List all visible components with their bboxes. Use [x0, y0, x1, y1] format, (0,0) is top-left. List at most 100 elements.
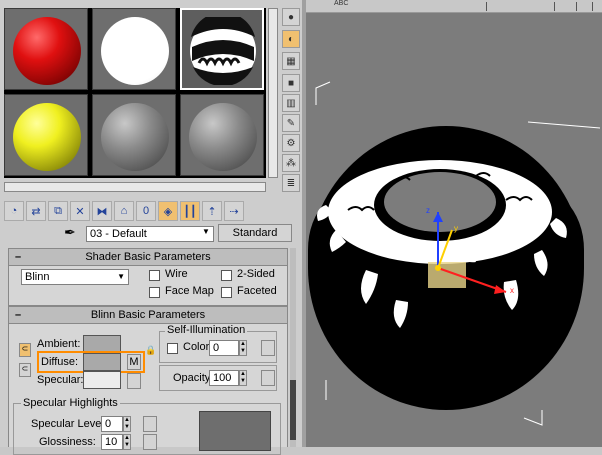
- shader-basic-header[interactable]: – Shader Basic Parameters: [9, 249, 287, 266]
- opacity-label: Opacity:: [173, 372, 214, 384]
- self-illum-color-label: Color: [183, 341, 210, 353]
- glossiness-value: 10: [105, 436, 118, 448]
- diffuse-specular-lock-icon[interactable]: ⊂: [19, 363, 31, 377]
- material-slot-3[interactable]: [180, 8, 264, 90]
- axis-z-label: z: [426, 206, 430, 215]
- specular-level-field[interactable]: 0: [101, 416, 123, 432]
- select-by-material-icon[interactable]: ⁂: [282, 154, 300, 172]
- collapse-icon: –: [15, 251, 22, 263]
- slots-horizontal-scrollbar[interactable]: [4, 182, 266, 192]
- specular-color-swatch[interactable]: [83, 371, 121, 389]
- blinn-basic-title: Blinn Basic Parameters: [90, 309, 206, 321]
- go-to-parent-icon[interactable]: ⇡: [202, 201, 222, 221]
- face-map-label: Face Map: [165, 285, 214, 297]
- faceted-label: Faceted: [237, 285, 277, 297]
- material-name-field[interactable]: 03 - Default: [86, 226, 214, 242]
- gray-sphere-preview: [189, 103, 257, 171]
- blinn-basic-header[interactable]: – Blinn Basic Parameters: [9, 307, 287, 324]
- glossiness-field[interactable]: 10: [101, 434, 123, 450]
- glossiness-map-button[interactable]: [143, 434, 157, 450]
- lock-icon[interactable]: 🔒: [145, 345, 156, 357]
- background-checker-icon[interactable]: ▦: [282, 52, 300, 70]
- make-unique-icon[interactable]: ⧓: [92, 201, 112, 221]
- sample-type-icon[interactable]: ●: [282, 8, 300, 26]
- highlight-curve-preview: [199, 411, 271, 451]
- viewport-marker-4: [592, 2, 593, 11]
- options-icon[interactable]: ⚙: [282, 134, 300, 152]
- material-slot-4[interactable]: [4, 94, 88, 176]
- self-illum-color-checkbox[interactable]: [167, 343, 178, 354]
- material-slot-1[interactable]: [4, 8, 88, 90]
- material-slot-2[interactable]: [92, 8, 176, 90]
- faceted-checkbox[interactable]: [221, 287, 232, 298]
- get-material-icon[interactable]: ◔: [4, 201, 24, 221]
- diffuse-highlight-box: [37, 351, 145, 373]
- axis-x-label: x: [510, 286, 514, 295]
- video-color-check-icon[interactable]: ▥: [282, 94, 300, 112]
- sample-uv-tiling-icon[interactable]: ■: [282, 74, 300, 92]
- viewport-marker-3: [576, 2, 577, 11]
- specular-level-spinner[interactable]: ▲ ▼: [123, 416, 131, 432]
- show-end-result-icon[interactable]: ┃┃: [180, 201, 200, 221]
- shader-basic-title: Shader Basic Parameters: [85, 251, 211, 263]
- face-map-checkbox[interactable]: [149, 287, 160, 298]
- ambient-diffuse-lock-icon[interactable]: ⊂: [19, 343, 31, 357]
- gray-sphere-preview: [101, 103, 169, 171]
- specular-level-label: Specular Level:: [31, 418, 107, 430]
- two-sided-checkbox[interactable]: [221, 270, 232, 281]
- make-preview-icon[interactable]: ✎: [282, 114, 300, 132]
- opacity-value: 100: [213, 372, 232, 384]
- glossiness-label: Glossiness:: [39, 436, 96, 448]
- opacity-map-button[interactable]: [261, 370, 275, 386]
- white-sphere-preview: [101, 17, 169, 85]
- material-slots-grid: [4, 8, 266, 178]
- shader-basic-rollout: – Shader Basic Parameters Blinn ▼ Wire 2…: [8, 248, 288, 306]
- put-to-library-icon[interactable]: ⌂: [114, 201, 134, 221]
- go-forward-sibling-icon[interactable]: ⇢: [224, 201, 244, 221]
- blinn-basic-rollout: – Blinn Basic Parameters ⊂ ⊂ Ambient: Di…: [8, 306, 288, 455]
- material-name-dropdown-arrow[interactable]: ▼: [202, 227, 210, 236]
- yellow-sphere-preview: [13, 103, 81, 171]
- wire-label: Wire: [165, 268, 188, 280]
- material-slot-5[interactable]: [92, 94, 176, 176]
- specular-map-button[interactable]: [127, 373, 141, 389]
- axis-y-label: y: [454, 224, 458, 233]
- perspective-viewport[interactable]: x z y: [306, 0, 602, 447]
- ambient-label: Ambient:: [37, 338, 81, 350]
- viewport-marker-2: [554, 2, 555, 11]
- material-type-label: Standard: [232, 227, 278, 239]
- shader-value: Blinn: [25, 271, 50, 283]
- specular-label: Specular:: [37, 374, 84, 386]
- material-editor-panel: ● ◐ ▦ ■ ▥ ✎ ⚙ ⁂ ≣ ◔ ⇄ ⧉ ✕ ⧓ ⌂ 0 ◈ ┃┃ ⇡ ⇢…: [0, 0, 302, 455]
- red-sphere-preview: [13, 17, 81, 85]
- pick-material-icon[interactable]: ✒: [64, 224, 82, 242]
- backlight-icon[interactable]: ◐: [282, 30, 300, 48]
- self-illum-value-field[interactable]: 0: [209, 340, 239, 356]
- panel-scroll-thumb[interactable]: [290, 380, 296, 440]
- wire-checkbox[interactable]: [149, 270, 160, 281]
- material-toolbar: ◔ ⇄ ⧉ ✕ ⧓ ⌂ 0 ◈ ┃┃ ⇡ ⇢: [4, 200, 300, 222]
- opacity-spinner[interactable]: ▲ ▼: [239, 370, 247, 386]
- glossiness-spinner[interactable]: ▲ ▼: [123, 434, 131, 450]
- put-to-scene-icon[interactable]: ⇄: [26, 201, 46, 221]
- material-effects-channel-icon[interactable]: 0: [136, 201, 156, 221]
- material-slot-6[interactable]: [180, 94, 264, 176]
- show-map-in-viewport-icon[interactable]: ◈: [158, 201, 178, 221]
- material-type-button[interactable]: Standard: [218, 224, 292, 242]
- self-illum-map-button[interactable]: [261, 340, 275, 356]
- viewport-label: ABC: [334, 0, 349, 7]
- two-sided-label: 2-Sided: [237, 268, 275, 280]
- specular-level-map-button[interactable]: [143, 416, 157, 432]
- reset-map-icon[interactable]: ✕: [70, 201, 90, 221]
- slots-vertical-scrollbar[interactable]: [268, 8, 278, 178]
- viewport-top-bar: ABC: [306, 0, 602, 13]
- shader-dropdown[interactable]: Blinn ▼: [21, 269, 129, 285]
- material-navigator-icon[interactable]: ≣: [282, 174, 300, 192]
- dropdown-arrow-icon: ▼: [117, 272, 125, 281]
- material-name-value: 03 - Default: [90, 228, 147, 240]
- specular-level-value: 0: [105, 418, 112, 430]
- self-illumination-title: Self-Illumination: [165, 324, 248, 336]
- self-illum-spinner[interactable]: ▲ ▼: [239, 340, 247, 356]
- opacity-field[interactable]: 100: [209, 370, 239, 386]
- assign-to-selection-icon[interactable]: ⧉: [48, 201, 68, 221]
